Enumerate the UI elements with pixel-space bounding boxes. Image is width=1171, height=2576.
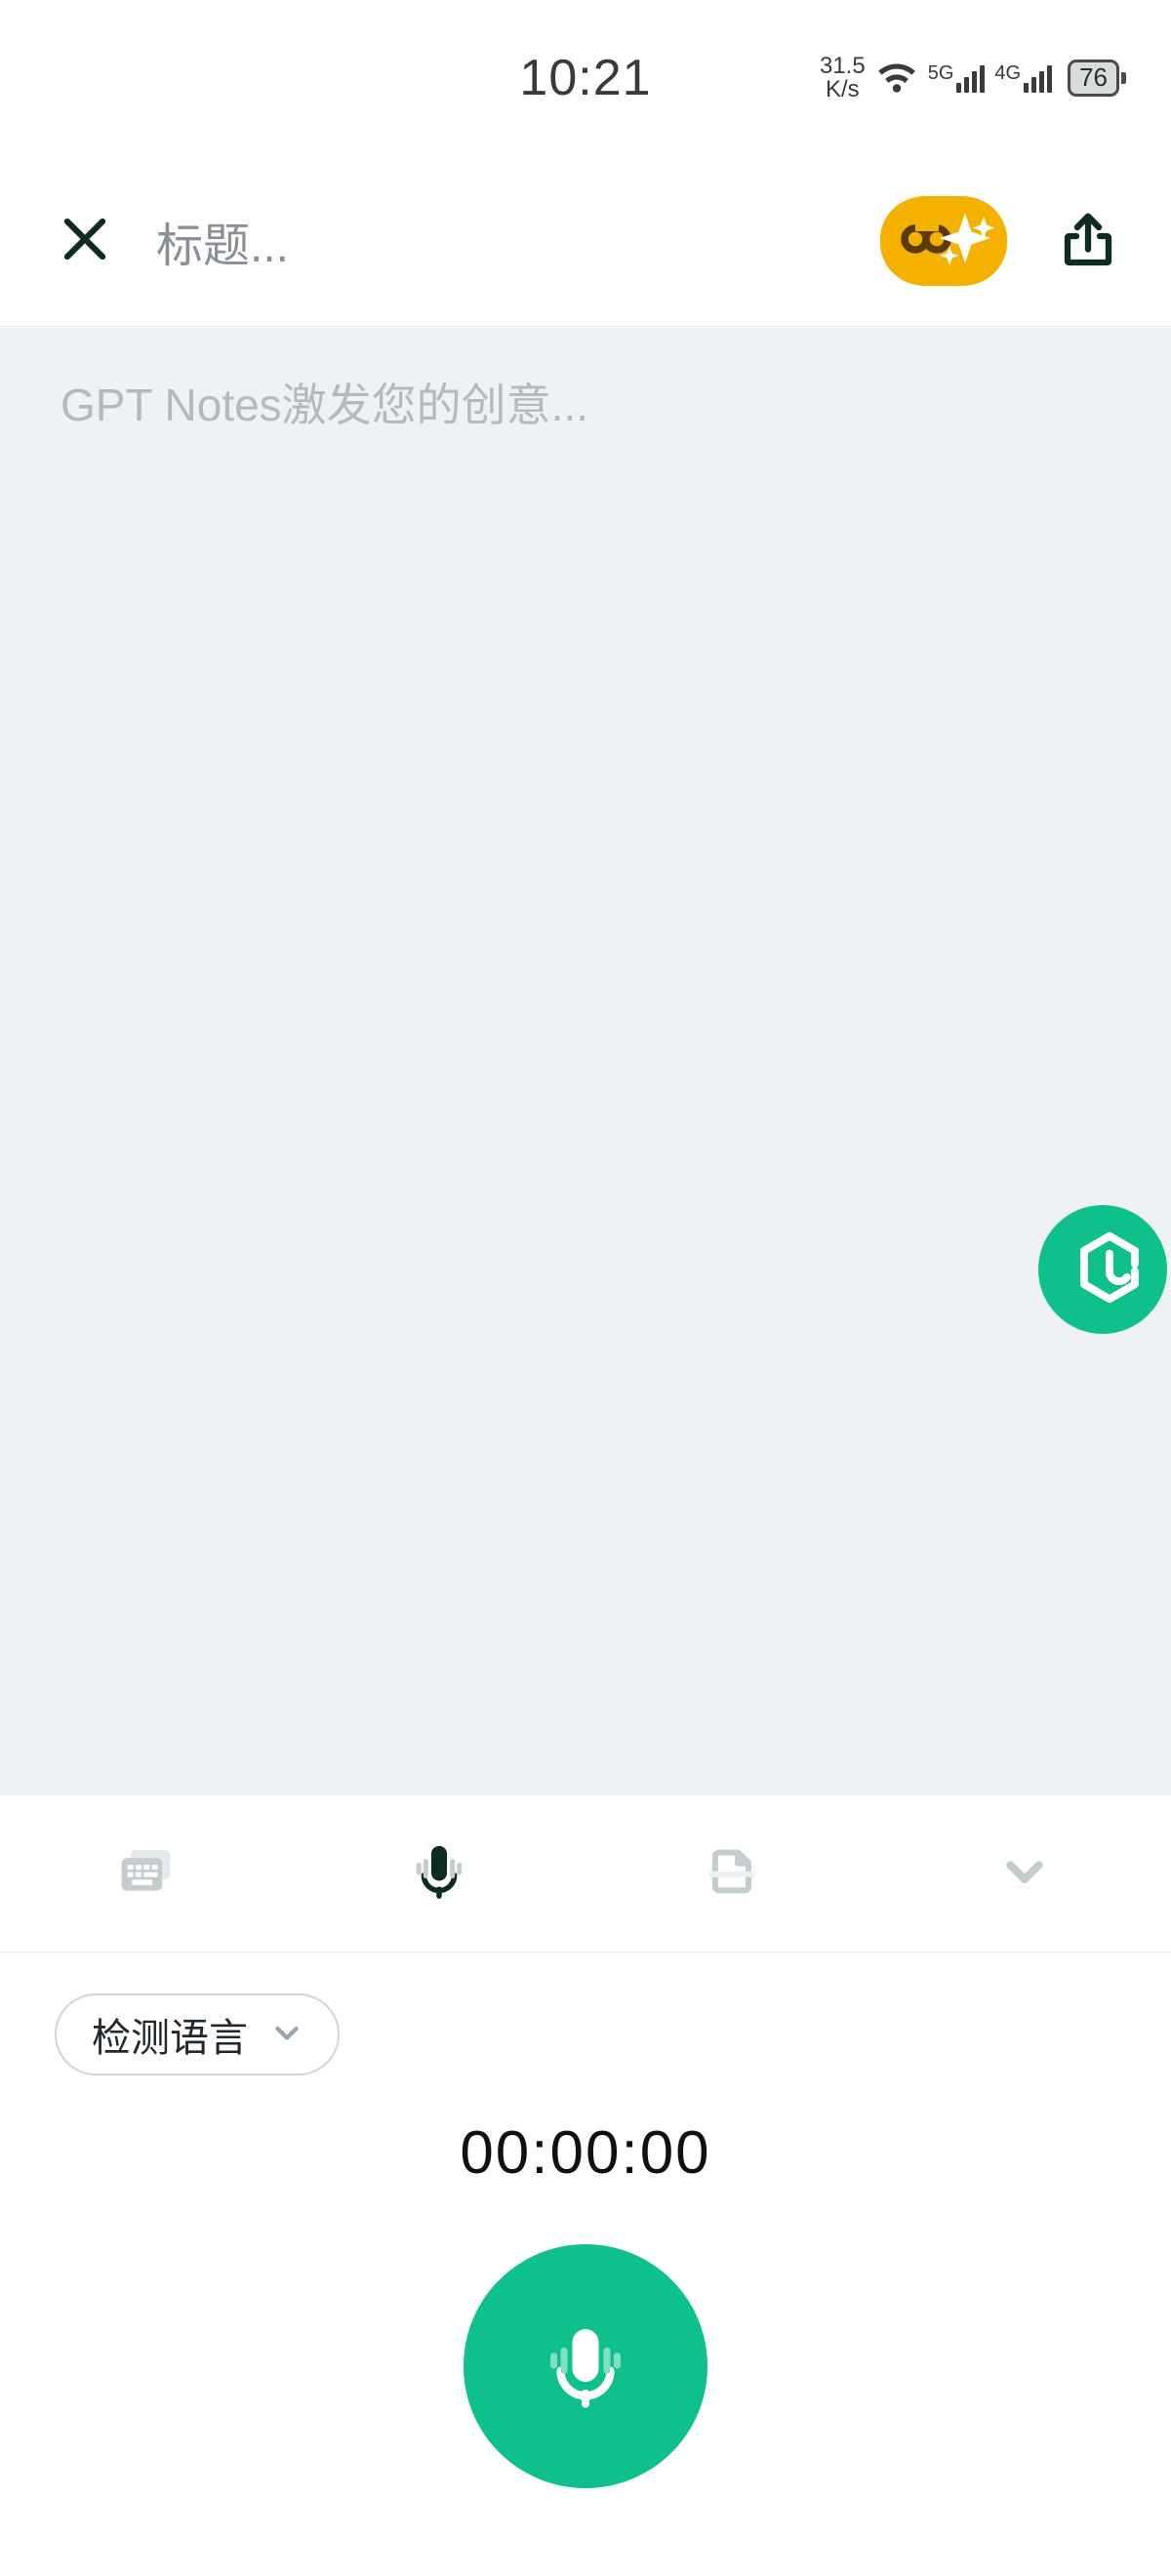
close-button[interactable]	[47, 203, 123, 279]
status-time: 10:21	[519, 50, 652, 106]
editor-toolbar	[0, 1795, 1171, 1952]
toolbar-item-microphone[interactable]	[293, 1795, 586, 1952]
toolbar-item-keyboard[interactable]	[0, 1795, 293, 1952]
wifi-icon	[875, 58, 918, 100]
note-placeholder-text: GPT Notes激发您的创意...	[61, 380, 589, 430]
close-icon	[55, 209, 115, 274]
status-bar: 10:21 31.5 K/s 5G 4G 76	[0, 0, 1171, 156]
network-speed-indicator: 31.5 K/s	[820, 55, 866, 101]
ai-assist-button[interactable]	[880, 196, 1007, 286]
app-header: 标题...	[0, 156, 1171, 327]
language-selector-label: 检测语言	[92, 2017, 248, 2060]
recorder-panel: 检测语言 00:00:00	[0, 1795, 1171, 2576]
share-button[interactable]	[1046, 199, 1130, 283]
note-editor[interactable]: GPT Notes激发您的创意...	[0, 328, 1171, 1795]
language-selector[interactable]: 检测语言	[55, 1993, 340, 2075]
microphone-icon	[402, 1834, 476, 1913]
battery-indicator: 76	[1068, 60, 1126, 97]
hexagon-logo-icon	[1068, 1226, 1151, 1314]
chevron-down-icon	[993, 1840, 1056, 1908]
language-selector-row: 检测语言	[0, 1952, 1171, 2075]
sim1-signal-indicator: 5G	[928, 63, 986, 93]
sim1-network-label: 5G	[927, 62, 954, 84]
battery-level-label: 76	[1068, 60, 1119, 97]
toolbar-item-collapse[interactable]	[878, 1795, 1171, 1952]
network-speed-value: 31.5	[819, 53, 866, 79]
recording-timer: 00:00:00	[460, 2119, 711, 2187]
sim2-network-label: 4G	[994, 62, 1022, 84]
keyboard-icon	[110, 1835, 182, 1912]
network-speed-unit: K/s	[826, 76, 860, 102]
sim1-signal-bars-icon	[956, 63, 986, 93]
toolbar-item-scan-document[interactable]	[586, 1795, 878, 1952]
ai-sparkle-infinity-icon	[889, 205, 998, 278]
sim2-signal-indicator: 4G	[994, 62, 1053, 93]
scan-document-icon	[696, 1835, 768, 1912]
status-indicators: 31.5 K/s 5G 4G 76	[820, 55, 1126, 101]
battery-cap-icon	[1121, 71, 1126, 84]
record-button[interactable]	[464, 2244, 707, 2488]
record-button-row	[0, 2244, 1171, 2488]
microphone-icon	[527, 2306, 644, 2428]
sim2-signal-bars-icon	[1024, 63, 1053, 93]
share-icon	[1053, 204, 1123, 279]
assistant-floating-button[interactable]	[1038, 1205, 1167, 1334]
chevron-down-icon	[265, 2011, 308, 2059]
note-title-input[interactable]: 标题...	[156, 207, 880, 275]
